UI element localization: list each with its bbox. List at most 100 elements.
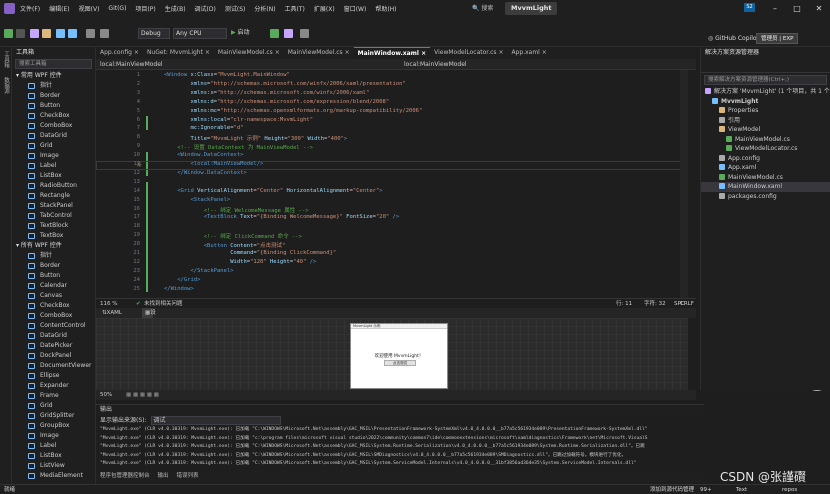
- toolbox-item[interactable]: Expander: [12, 381, 95, 391]
- new-item-icon[interactable]: [30, 29, 39, 38]
- toolbox-item[interactable]: 指针: [12, 81, 95, 91]
- toolbox-item[interactable]: Frame: [12, 391, 95, 401]
- tree-node[interactable]: App.xaml: [701, 163, 830, 173]
- toolbox-item[interactable]: MediaElement: [12, 471, 95, 481]
- toolbox-item[interactable]: Calendar: [12, 281, 95, 291]
- tree-node[interactable]: MainViewModel.cs: [701, 135, 830, 145]
- nav-right-select[interactable]: local:MainViewModel: [404, 59, 467, 70]
- close-icon[interactable]: ×: [540, 49, 547, 56]
- toolbox-search-input[interactable]: 搜索工具箱: [15, 59, 92, 69]
- minimize-icon[interactable]: –: [764, 0, 786, 17]
- toolbox-item[interactable]: Border: [12, 261, 95, 271]
- output-tab[interactable]: 程序包管理器控制台: [96, 470, 154, 482]
- menu-item[interactable]: 工具(T): [285, 4, 305, 13]
- toolbox-item[interactable]: DocumentViewer: [12, 361, 95, 371]
- output-source-select[interactable]: 调试: [150, 416, 281, 425]
- toolbox-item[interactable]: CheckBox: [12, 111, 95, 121]
- toolbox-item[interactable]: RadioButton: [12, 181, 95, 191]
- start-button[interactable]: ▶ 启动: [231, 27, 250, 39]
- tree-node[interactable]: 引用: [701, 116, 830, 126]
- close-icon[interactable]: ×: [273, 49, 280, 56]
- designer-zoom[interactable]: 50%: [100, 390, 112, 400]
- design-tab[interactable]: ▦ 设计: [142, 308, 156, 326]
- toolbox-item[interactable]: Grid: [12, 401, 95, 411]
- platform-select[interactable]: Any CPU: [173, 28, 227, 39]
- forward-icon[interactable]: [16, 29, 25, 38]
- tree-node[interactable]: 解决方案 'MvvmLight' (1 个项目，共 1 个): [701, 87, 830, 97]
- search-button[interactable]: 🔍 搜索: [472, 3, 502, 14]
- tree-node[interactable]: Properties: [701, 106, 830, 116]
- grid-tools-icon[interactable]: ▦ ▦ ▦ ▦ ▦: [126, 390, 159, 400]
- document-tab[interactable]: MainViewModel.cs ×: [284, 47, 354, 59]
- toolbox-item[interactable]: Rectangle: [12, 191, 95, 201]
- toolbox-item[interactable]: Label: [12, 161, 95, 171]
- window-preview[interactable]: MvvmLight 示例 欢迎使用 MvvmLight！ 点击测试: [350, 323, 448, 389]
- document-tab[interactable]: App.xaml ×: [507, 47, 550, 59]
- close-icon[interactable]: ×: [419, 50, 426, 57]
- toolbox-item[interactable]: GridSplitter: [12, 411, 95, 421]
- document-tab[interactable]: ViewModelLocator.cs ×: [430, 47, 507, 59]
- menu-item[interactable]: 项目(P): [135, 4, 155, 13]
- toolbox-item[interactable]: ComboBox: [12, 121, 95, 131]
- toolbox-item[interactable]: DockPanel: [12, 351, 95, 361]
- status-errors[interactable]: 99+: [700, 485, 712, 494]
- toolbox-item[interactable]: Label: [12, 441, 95, 451]
- save-all-icon[interactable]: [68, 29, 77, 38]
- xaml-tab[interactable]: ⇅ XAML: [102, 308, 122, 318]
- status-text[interactable]: Text: [736, 485, 747, 494]
- menu-item[interactable]: 帮助(H): [375, 4, 396, 13]
- toolbox-item[interactable]: DatePicker: [12, 341, 95, 351]
- toolbox-item[interactable]: ContentControl: [12, 321, 95, 331]
- toolbox-item[interactable]: 指针: [12, 251, 95, 261]
- menu-item[interactable]: 文件(F): [20, 4, 40, 13]
- toolbox-item[interactable]: Image: [12, 151, 95, 161]
- menu-item[interactable]: 编辑(E): [49, 4, 69, 13]
- datasource-side-tab[interactable]: 数据源: [2, 77, 10, 94]
- tree-node[interactable]: ViewModelLocator.cs: [701, 144, 830, 154]
- toolbar-misc-icon[interactable]: [300, 29, 309, 38]
- toolbox-item[interactable]: Ellipse: [12, 371, 95, 381]
- toolbox-side-tab[interactable]: 工具箱: [2, 51, 10, 68]
- menu-item[interactable]: 扩展(X): [314, 4, 335, 13]
- toolbox-category[interactable]: ▾ 常用 WPF 控件: [12, 71, 95, 81]
- editor-scrollbar[interactable]: [680, 70, 688, 298]
- close-icon[interactable]: ×: [497, 49, 503, 56]
- menu-item[interactable]: 分析(N): [254, 4, 275, 13]
- undo-icon[interactable]: [86, 29, 95, 38]
- tree-node[interactable]: packages.config: [701, 192, 830, 202]
- nav-left-select[interactable]: local:MainViewModel: [100, 59, 163, 70]
- toolbox-item[interactable]: DataGrid: [12, 331, 95, 341]
- run-without-debug-icon[interactable]: [270, 29, 279, 38]
- toolbox-item[interactable]: ListBox: [12, 451, 95, 461]
- menu-item[interactable]: Git(G): [108, 5, 126, 12]
- toolbox-item[interactable]: CheckBox: [12, 301, 95, 311]
- toolbox-item[interactable]: Button: [12, 271, 95, 281]
- admin-badge[interactable]: 管理员 | EXP: [756, 33, 799, 44]
- menu-item[interactable]: 窗口(W): [344, 4, 367, 13]
- tree-node[interactable]: MainViewModel.cs: [701, 173, 830, 183]
- toolbox-item[interactable]: DataGrid: [12, 131, 95, 141]
- menu-item[interactable]: 生成(B): [165, 4, 186, 13]
- tree-node[interactable]: App.config: [701, 154, 830, 164]
- redo-icon[interactable]: [100, 29, 109, 38]
- close-icon[interactable]: ×: [203, 49, 210, 56]
- output-log[interactable]: "MvvmLight.exe" (CLR v4.0.30319: MvvmLig…: [96, 426, 704, 469]
- tree-node[interactable]: ViewModel: [701, 125, 830, 135]
- code-editor[interactable]: ☼ 1 <Window x:Class="MvvmLight.MainWindow…: [96, 70, 688, 298]
- output-tab[interactable]: 错误列表: [173, 470, 203, 482]
- tree-node[interactable]: MainWindow.xaml: [701, 182, 830, 192]
- close-icon[interactable]: ×: [343, 49, 350, 56]
- toolbox-item[interactable]: GroupBox: [12, 421, 95, 431]
- close-icon[interactable]: ✕: [808, 0, 830, 17]
- document-tab[interactable]: MainWindow.xaml ×: [353, 47, 431, 59]
- toolbox-item[interactable]: ListView: [12, 461, 95, 471]
- toolbox-item[interactable]: StackPanel: [12, 201, 95, 211]
- solution-search-input[interactable]: 搜索解决方案资源管理器(Ctrl+;): [704, 75, 827, 85]
- config-select[interactable]: Debug: [138, 28, 170, 39]
- toolbox-item[interactable]: TextBox: [12, 231, 95, 241]
- toolbox-item[interactable]: TabControl: [12, 211, 95, 221]
- document-tab[interactable]: MainViewModel.cs ×: [214, 47, 284, 59]
- document-tab[interactable]: App.config ×: [96, 47, 143, 59]
- toolbox-item[interactable]: Image: [12, 431, 95, 441]
- copilot-button[interactable]: ◎ GitHub Copilot: [708, 35, 759, 42]
